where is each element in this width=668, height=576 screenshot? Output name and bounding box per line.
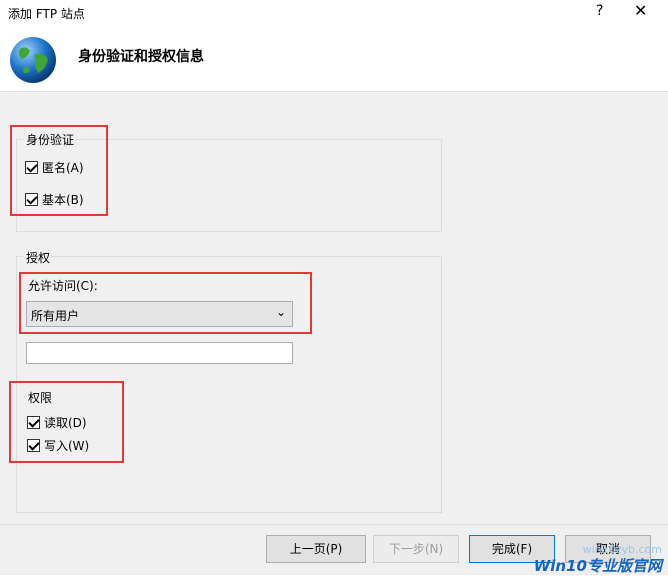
wizard-footer: 上一页(P) 下一步(N) 完成(F) 取消 win10zyb.com Win1… (0, 524, 668, 575)
highlight-box-permissions (9, 381, 124, 463)
previous-button[interactable]: 上一页(P) (266, 535, 366, 563)
window-title: 添加 FTP 站点 (8, 7, 85, 21)
highlight-box-allow-access (19, 272, 312, 334)
help-icon[interactable]: ? (596, 3, 603, 19)
user-role-input[interactable] (26, 342, 293, 364)
globe-icon (10, 37, 56, 83)
highlight-box-authentication (10, 125, 108, 216)
page-title: 身份验证和授权信息 (78, 49, 204, 65)
close-icon[interactable]: ✕ (634, 1, 647, 20)
title-bar: 添加 FTP 站点 ? ✕ (0, 0, 668, 27)
content-area: 身份验证 匿名(A) 基本(B) 授权 允许访问(C): 所有用户 ⌄ 权限 读… (0, 92, 668, 524)
watermark-brand: Win10专业版官网 (533, 557, 662, 575)
next-button[interactable]: 下一步(N) (373, 535, 459, 563)
wizard-header: 身份验证和授权信息 (0, 27, 668, 92)
authorization-legend: 授权 (24, 249, 53, 266)
